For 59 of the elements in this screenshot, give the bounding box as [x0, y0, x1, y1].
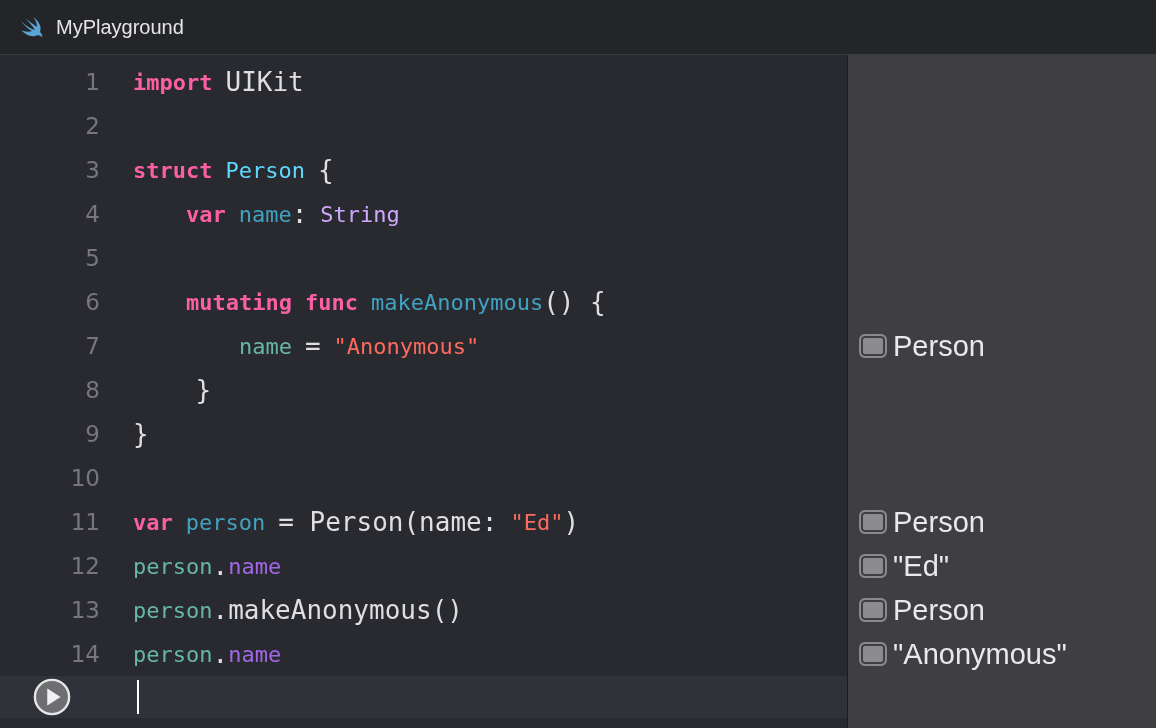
line-number: 5	[84, 245, 100, 271]
line-number: 3	[84, 157, 100, 183]
bird-icon	[20, 17, 44, 37]
code-token: :	[291, 199, 308, 229]
code-token: struct	[133, 157, 213, 183]
code-token: = Person(name:	[278, 507, 498, 537]
play-button[interactable]	[33, 678, 71, 716]
line-number: 8	[84, 377, 100, 403]
code-token: "Anonymous"	[333, 333, 480, 359]
code-token: =	[304, 331, 321, 361]
code-token: name	[228, 553, 282, 579]
code-token: person	[185, 509, 266, 535]
code-token: .	[212, 639, 229, 669]
code-token: .	[212, 551, 229, 581]
code-token: "Ed"	[510, 509, 564, 535]
code-token: UIKit	[225, 67, 304, 97]
window-title: MyPlayground	[56, 15, 184, 39]
quick-look-toggle-icon[interactable]	[859, 334, 887, 358]
text-cursor	[137, 680, 139, 714]
code-token: import	[133, 69, 213, 95]
result-value: "Anonymous"	[893, 637, 1067, 671]
code-token: makeAnonymous	[370, 289, 544, 315]
code-token: person	[133, 597, 213, 623]
quick-look-toggle-icon[interactable]	[859, 598, 887, 622]
code-token: )	[563, 507, 580, 537]
line-number: 6	[84, 289, 100, 315]
line-number: 10	[69, 465, 100, 491]
code-token: name	[238, 201, 292, 227]
line-number: 11	[69, 509, 100, 535]
code-token: .makeAnonymous()	[212, 595, 463, 625]
line-number: 2	[84, 113, 100, 139]
code-token: () {	[543, 287, 606, 317]
code-token: }	[194, 375, 212, 405]
line-number: 4	[84, 201, 100, 227]
quick-look-toggle-icon[interactable]	[859, 642, 887, 666]
line-number: 1	[84, 69, 100, 95]
result-value: "Ed"	[893, 549, 950, 583]
code-token: }	[133, 419, 149, 449]
code-token: person	[133, 553, 213, 579]
result-value: Person	[893, 329, 985, 363]
code-token: String	[320, 201, 400, 227]
code-token: person	[133, 641, 213, 667]
result-value: Person	[893, 505, 985, 539]
code-token: mutating	[184, 289, 292, 315]
line-number: 13	[69, 597, 100, 623]
code-token: func	[304, 289, 358, 315]
code-token: var	[133, 509, 173, 535]
code-token: name	[228, 641, 282, 667]
quick-look-toggle-icon[interactable]	[859, 554, 887, 578]
code-token: {	[317, 155, 334, 185]
quick-look-toggle-icon[interactable]	[859, 510, 887, 534]
line-number: 12	[69, 553, 100, 579]
result-value: Person	[893, 593, 985, 627]
line-number: 14	[69, 641, 100, 667]
line-number: 7	[84, 333, 100, 359]
line-number: 9	[84, 421, 100, 447]
code-token: Person	[225, 157, 305, 183]
code-token: name	[237, 333, 292, 359]
code-token: var	[184, 201, 226, 227]
